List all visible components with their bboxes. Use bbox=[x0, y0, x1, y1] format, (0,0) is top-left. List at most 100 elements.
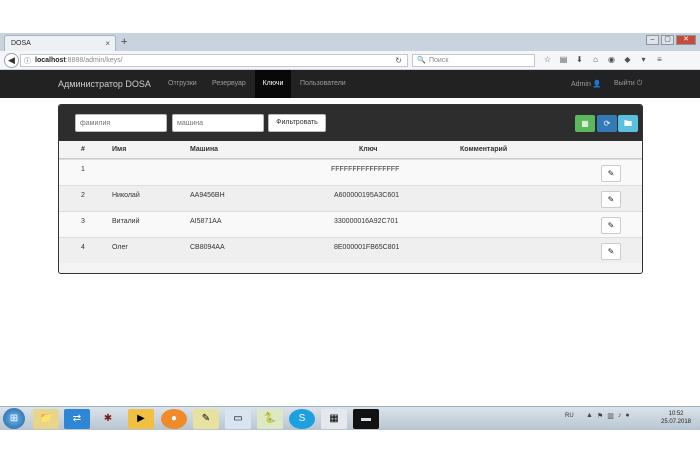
file-upload-icon: 🖿 bbox=[624, 119, 632, 128]
clock-date: 25.07.2018 bbox=[660, 419, 692, 425]
upload-button[interactable]: 🖿 bbox=[618, 115, 638, 132]
table-row: 2 Николай AA9456BH A600000195A3C601 ✎ bbox=[59, 185, 642, 211]
refresh-icon: ⟳ bbox=[603, 119, 611, 128]
bookmark-star-icon[interactable]: ☆ bbox=[542, 54, 553, 66]
terminal-icon[interactable]: ▬ bbox=[353, 409, 379, 429]
python-icon[interactable]: 🐍 bbox=[257, 409, 283, 429]
bug-app-icon[interactable]: ✱ bbox=[95, 409, 121, 429]
dropdown-chevron-icon[interactable]: ▾ bbox=[638, 54, 649, 66]
pencil-icon: ✎ bbox=[607, 169, 615, 178]
skype-icon[interactable]: S bbox=[289, 409, 315, 429]
user-icon: 👤 bbox=[592, 81, 602, 88]
spreadsheet-icon: ▦ bbox=[581, 119, 589, 128]
user-name: Admin bbox=[571, 81, 591, 88]
speaker-icon[interactable]: ♪ bbox=[618, 412, 622, 420]
table-row: 3 Виталий AI5871AA 330000016A92C701 ✎ bbox=[59, 211, 642, 237]
cell-car: CB8094AA bbox=[190, 244, 225, 251]
address-bar[interactable]: ⓘ localhost:8888/admin/keys/ ↻ bbox=[20, 54, 408, 67]
firefox-icon[interactable]: ● bbox=[161, 409, 187, 429]
nav-reservoir[interactable]: Резервуар bbox=[212, 80, 246, 87]
pencil-icon: ✎ bbox=[607, 221, 615, 230]
minimize-button[interactable]: – bbox=[646, 35, 659, 45]
user-menu[interactable]: Admin 👤 bbox=[571, 80, 602, 88]
cell-name: Виталий bbox=[112, 218, 140, 225]
edit-button[interactable]: ✎ bbox=[601, 217, 621, 234]
info-icon[interactable]: ⓘ bbox=[24, 56, 31, 66]
cell-number: 3 bbox=[81, 218, 85, 225]
table-row: 4 Олег CB8094AA 8E000001FB65C801 ✎ bbox=[59, 237, 642, 263]
edit-button[interactable]: ✎ bbox=[601, 191, 621, 208]
cell-car: AA9456BH bbox=[190, 192, 225, 199]
browser-toolbar: ☆ ▤ ⬇ ⌂ ◉ ◆ ▾ ≡ bbox=[542, 54, 665, 66]
windows-start-icon[interactable]: ⊞ bbox=[3, 408, 25, 429]
logout-label: Выйти bbox=[614, 80, 635, 87]
media-player-icon[interactable]: ▶ bbox=[128, 409, 154, 429]
cell-name: Олег bbox=[112, 244, 128, 251]
database-app-icon[interactable]: ▦ bbox=[321, 409, 347, 429]
tab-close-icon[interactable]: × bbox=[105, 39, 110, 48]
notepad-icon[interactable]: ✎ bbox=[193, 409, 219, 429]
nav-users[interactable]: Пользователи bbox=[300, 80, 346, 87]
excel-export-button[interactable]: ▦ bbox=[575, 115, 595, 132]
logout-icon: ⏻ bbox=[636, 80, 643, 87]
file-explorer-icon[interactable]: 📁 bbox=[33, 409, 59, 429]
reload-icon[interactable]: ↻ bbox=[395, 56, 402, 65]
search-icon: 🔍 bbox=[417, 57, 426, 64]
close-window-button[interactable]: ✕ bbox=[676, 35, 696, 45]
clock-time: 10:52 bbox=[668, 411, 684, 417]
keys-panel: Фильтровать ▦ ⟳ 🖿 # Имя Машина Ключ Комм… bbox=[58, 104, 643, 274]
search-placeholder: Поиск bbox=[429, 57, 449, 64]
window-controls: – ▢ ✕ bbox=[646, 35, 696, 45]
cell-car: AI5871AA bbox=[190, 218, 222, 225]
cell-key: 8E000001FB65C801 bbox=[334, 244, 400, 251]
edit-button[interactable]: ✎ bbox=[601, 165, 621, 182]
surname-filter-input[interactable] bbox=[75, 114, 167, 132]
tab-title: DOSA bbox=[11, 40, 31, 47]
pocket-icon[interactable]: ◆ bbox=[622, 54, 633, 66]
col-comment: Комментарий bbox=[460, 146, 508, 153]
chat-icon[interactable]: ◉ bbox=[606, 54, 617, 66]
network-icon[interactable]: ▥ bbox=[607, 412, 614, 420]
cell-name: Николай bbox=[112, 192, 140, 199]
maximize-button[interactable]: ▢ bbox=[661, 35, 674, 45]
url-path: :8888/admin/keys/ bbox=[65, 57, 123, 64]
brand-title[interactable]: Администратор DOSA bbox=[58, 79, 151, 89]
browser-tab[interactable]: DOSA × bbox=[4, 35, 116, 51]
back-arrow-icon[interactable]: ◀ bbox=[4, 53, 19, 68]
table-row: 1 FFFFFFFFFFFFFFFF ✎ bbox=[59, 159, 642, 185]
tray-arrow-icon[interactable]: ▲ bbox=[586, 412, 593, 420]
home-icon[interactable]: ⌂ bbox=[590, 54, 601, 66]
search-input[interactable]: 🔍 Поиск bbox=[412, 54, 535, 67]
flag-icon[interactable]: ⚑ bbox=[597, 412, 603, 420]
teamviewer-icon[interactable]: ⇄ bbox=[64, 409, 90, 429]
table-header: # Имя Машина Ключ Комментарий bbox=[59, 141, 642, 159]
refresh-button[interactable]: ⟳ bbox=[597, 115, 617, 132]
edit-button[interactable]: ✎ bbox=[601, 243, 621, 260]
bottom-margin bbox=[0, 430, 700, 465]
clock[interactable]: 10:52 25.07.2018 bbox=[656, 410, 696, 426]
cell-number: 4 bbox=[81, 244, 85, 251]
cell-number: 1 bbox=[81, 166, 85, 173]
col-name: Имя bbox=[112, 146, 127, 153]
download-icon[interactable]: ⬇ bbox=[574, 54, 585, 66]
cell-key: FFFFFFFFFFFFFFFF bbox=[331, 166, 400, 173]
top-margin bbox=[0, 0, 700, 33]
language-indicator[interactable]: RU bbox=[565, 413, 574, 419]
cell-number: 2 bbox=[81, 192, 85, 199]
filter-bar: Фильтровать ▦ ⟳ 🖿 bbox=[59, 105, 642, 141]
reading-list-icon[interactable]: ▤ bbox=[558, 54, 569, 66]
url-host: localhost bbox=[35, 57, 66, 64]
col-number: # bbox=[81, 146, 85, 153]
nav-keys[interactable]: Ключи bbox=[255, 70, 291, 98]
new-tab-button[interactable]: + bbox=[121, 36, 127, 48]
logout-link[interactable]: Выйти ⏻ bbox=[614, 80, 642, 88]
nav-shipments[interactable]: Отгрузки bbox=[168, 80, 197, 87]
col-key: Ключ bbox=[359, 146, 378, 153]
document-icon[interactable]: ▭ bbox=[225, 409, 251, 429]
filter-button[interactable]: Фильтровать bbox=[268, 114, 326, 132]
car-filter-input[interactable] bbox=[172, 114, 264, 132]
skype-tray-icon[interactable]: ● bbox=[625, 412, 629, 420]
col-car: Машина bbox=[190, 146, 219, 153]
app-header: Администратор DOSA Отгрузки Резервуар Кл… bbox=[0, 70, 700, 98]
menu-icon[interactable]: ≡ bbox=[654, 54, 665, 66]
